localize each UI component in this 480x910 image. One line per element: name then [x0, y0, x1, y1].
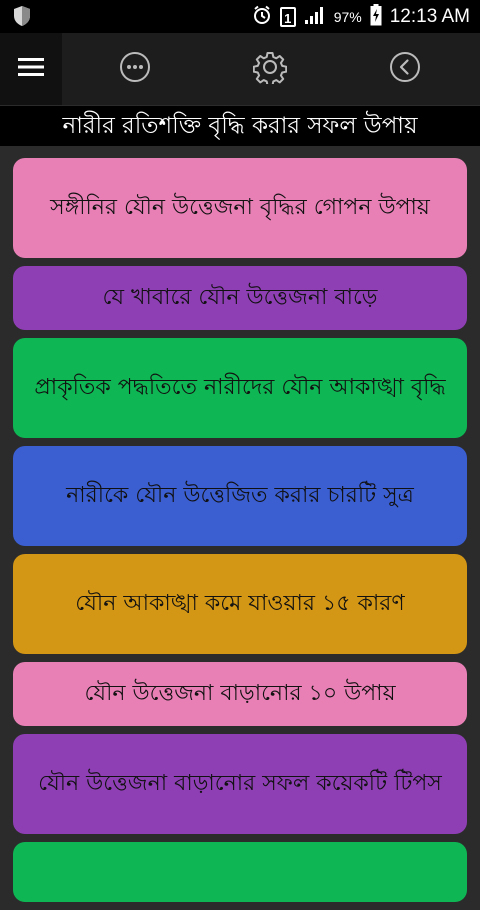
alarm-icon [252, 5, 272, 28]
battery-percent: 97% [333, 8, 362, 25]
list-item-label: যৌন উত্তেজনা বাড়ানোর ১০ উপায় [84, 681, 396, 706]
status-bar: 1 97% 12:13 AM [0, 0, 480, 33]
list-item-label: যৌন আকাঙ্খা কমে যাওয়ার ১৫ কারণ [75, 591, 405, 616]
list-item-label: প্রাকৃতিক পদ্ধতিতে নারীদের যৌন আকাঙ্খা ব… [34, 375, 446, 400]
list-item[interactable]: প্রাকৃতিক পদ্ধতিতে নারীদের যৌন আকাঙ্খা ব… [13, 338, 467, 438]
list-item-label: নারীকে যৌন উত্তেজিত করার চারটি সুত্র [66, 483, 414, 508]
menu-button[interactable] [0, 33, 62, 105]
back-button[interactable] [387, 51, 423, 87]
list-item[interactable]: যৌন উত্তেজনা বাড়ানোর সফল কয়েকটি টিপস [13, 734, 467, 834]
menu-icon [18, 57, 44, 81]
list-item[interactable]: যৌন আকাঙ্খা কমে যাওয়ার ১৫ কারণ [13, 554, 467, 654]
list-item[interactable]: যৌন উত্তেজনা বাড়ানোর ১০ উপায় [13, 662, 467, 726]
list-item[interactable]: নারীকে যৌন উত্তেজিত করার চারটি সুত্র [13, 446, 467, 546]
topic-list: সঙ্গীনির যৌন উত্তেজনা বৃদ্ধির গোপন উপায়… [13, 158, 467, 910]
settings-icon [252, 50, 288, 88]
battery-charging-icon [370, 4, 382, 29]
list-item-label: যে খাবারে যৌন উত্তেজনা বাড়ে [102, 285, 378, 310]
back-icon [389, 51, 421, 87]
settings-button[interactable] [252, 51, 288, 87]
clock: 12:13 AM [389, 5, 470, 27]
list-item-label: যৌন উত্তেজনা বাড়ানোর সফল কয়েকটি টিপস [38, 771, 442, 796]
list-item[interactable] [13, 842, 467, 902]
more-button[interactable] [117, 51, 153, 87]
sim-badge: 1 [279, 6, 296, 27]
signal-icon [304, 5, 326, 28]
more-icon [119, 51, 151, 87]
list-item[interactable]: সঙ্গীনির যৌন উত্তেজনা বৃদ্ধির গোপন উপায় [13, 158, 467, 258]
shield-icon [12, 5, 32, 32]
toolbar [0, 33, 480, 105]
page-title: নারীর রতিশক্তি বৃদ্ধি করার সফল উপায় [0, 106, 480, 146]
list-item[interactable]: যে খাবারে যৌন উত্তেজনা বাড়ে [13, 266, 467, 330]
list-item-label: সঙ্গীনির যৌন উত্তেজনা বৃদ্ধির গোপন উপায় [50, 195, 430, 220]
